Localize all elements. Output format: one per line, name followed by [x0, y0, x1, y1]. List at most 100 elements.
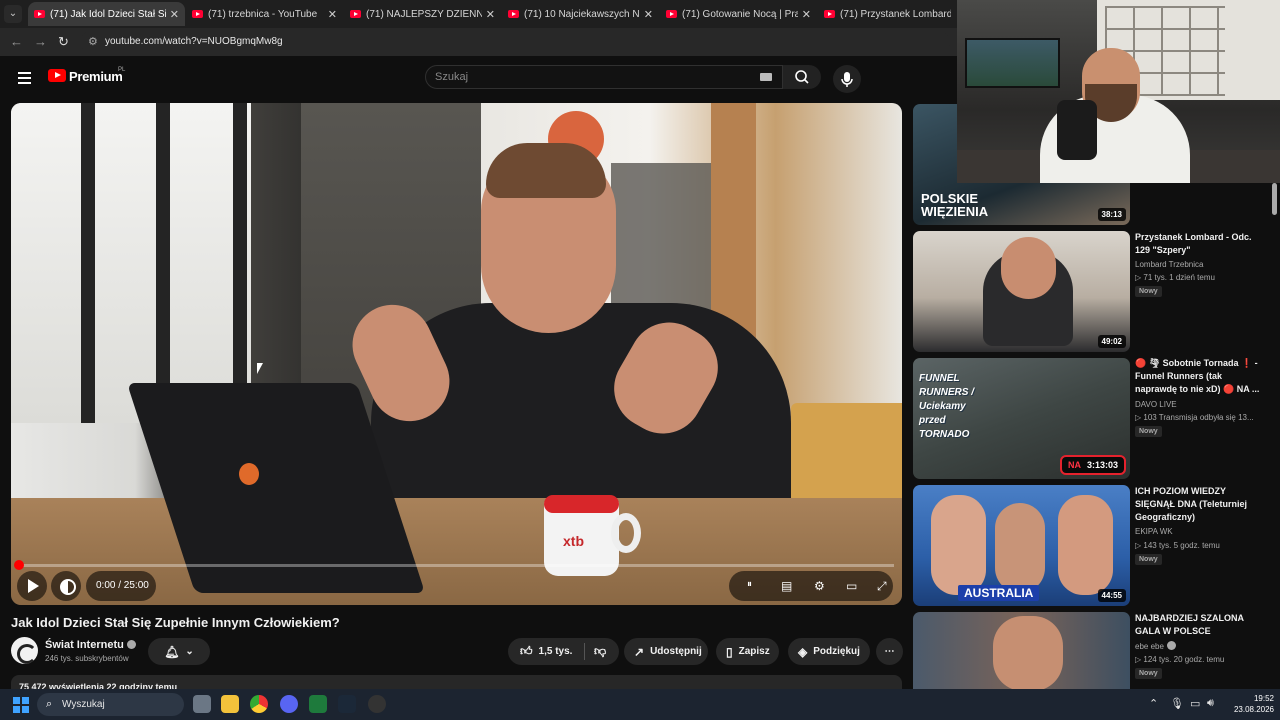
- brand-text[interactable]: Premium: [69, 69, 123, 84]
- close-tab-icon[interactable]: ✕: [802, 8, 811, 21]
- taskbar-clock[interactable]: 19:52 23.08.2026: [1230, 693, 1274, 715]
- recommended-channel[interactable]: Lombard Trzebnica: [1135, 260, 1203, 269]
- browser-tab[interactable]: (71) Gotowanie Nocą | Prawdziwe ✕: [660, 2, 817, 26]
- close-tab-icon[interactable]: ✕: [328, 8, 337, 21]
- address-bar[interactable]: ⚙ youtube.com/watch?v=NUOBgmqMw8g: [80, 31, 950, 53]
- mug-rim: [544, 495, 619, 513]
- theater-mode-icon[interactable]: ▭: [846, 579, 857, 593]
- channel-name[interactable]: Świat Internetu: [45, 639, 136, 651]
- network-icon[interactable]: ▭: [1190, 697, 1200, 710]
- autoplay-toggle-icon[interactable]: ⏸: [747, 579, 752, 590]
- recommended-thumbnail[interactable]: AUSTRALIA 44:55: [913, 485, 1130, 606]
- recommended-title[interactable]: Przystanek Lombard - Odc. 129 "Szpery": [1135, 231, 1265, 257]
- forward-icon[interactable]: →: [34, 34, 47, 49]
- recommended-channel[interactable]: DAVO LIVE: [1135, 400, 1177, 409]
- recommended-meta: ▷ 143 tys. 5 godz. temu: [1135, 541, 1220, 550]
- recommended-meta: ▷ 124 tys. 20 godz. temu: [1135, 655, 1225, 664]
- new-badge: Nowy: [1135, 426, 1162, 437]
- mug-logo-text: xtb: [563, 533, 584, 549]
- progress-scrubber[interactable]: [14, 560, 24, 570]
- thanks-button[interactable]: ◈ Podziękuj: [788, 638, 870, 665]
- chevron-up-icon[interactable]: ⌃: [1149, 697, 1158, 710]
- recommended-meta: ▷ 71 tys. 1 dzień temu: [1135, 273, 1215, 282]
- progress-bar[interactable]: [19, 564, 894, 567]
- browser-tab[interactable]: (71) Jak Idol Dzieci Stał Się Zupełnie ✕: [28, 2, 185, 26]
- browser-tab[interactable]: (71) NAJLEPSZY DZIENNIKARZ ✕: [344, 2, 501, 26]
- discord-icon[interactable]: [280, 695, 298, 713]
- search-button[interactable]: [783, 65, 821, 89]
- keyboard-icon[interactable]: [760, 73, 772, 81]
- tab-title: (71) trzebnica - YouTube: [208, 8, 318, 20]
- bookmark-icon: ▯: [726, 644, 733, 659]
- settings-icon[interactable]: ⚙: [814, 579, 825, 593]
- save-button[interactable]: ▯ Zapisz: [716, 638, 779, 665]
- youtube-favicon-icon: [508, 10, 519, 18]
- video-player[interactable]: xtb 0:00 / 25:00 ⏸ ▤ ⚙ ▭ ⤢: [11, 103, 902, 605]
- browser-tab[interactable]: (71) trzebnica - YouTube ✕: [186, 2, 343, 26]
- youtube-favicon-icon: [350, 10, 361, 18]
- recommended-thumbnail[interactable]: FUNNEL RUNNERS / Uciekamy przed TORNADO …: [913, 358, 1130, 479]
- recommended-title[interactable]: 🔴 🌪 Sobotnie Tornada ❗ - Funnel Runners …: [1135, 357, 1265, 396]
- recommended-channel[interactable]: ebe ebe: [1135, 641, 1176, 651]
- xbox-app-icon[interactable]: [309, 695, 327, 713]
- taskbar-search[interactable]: ⌕ Wyszukaj: [37, 693, 184, 716]
- browser-tab[interactable]: (71) 10 Najciekawszych Newsów ✕: [502, 2, 659, 26]
- subscriber-count: 246 tys. subskrybentów: [45, 654, 129, 663]
- back-icon[interactable]: ←: [10, 34, 23, 49]
- browser-tab[interactable]: (71) Przystanek Lombard - Odc: [818, 2, 957, 26]
- thumbs-down-icon[interactable]: 👎︎: [594, 644, 606, 659]
- subscription-bell-button[interactable]: 🔔︎ ⌄: [148, 638, 210, 665]
- youtube-favicon-icon: [34, 10, 45, 18]
- file-explorer-icon[interactable]: [221, 695, 239, 713]
- microphone-icon[interactable]: 🎙︎: [1170, 697, 1184, 710]
- search-icon: [795, 70, 809, 84]
- youtube-favicon-icon: [666, 10, 677, 18]
- verified-icon: [126, 640, 136, 649]
- recommended-thumbnail[interactable]: [913, 612, 1130, 689]
- like-count: 1,5 tys.: [538, 646, 573, 657]
- menu-icon[interactable]: [18, 72, 31, 84]
- tab-title: (71) Gotowanie Nocą | Prawdziwe: [682, 8, 798, 20]
- task-view-icon[interactable]: [193, 695, 211, 713]
- country-code: PL: [118, 67, 126, 73]
- speaker-icon[interactable]: 🔊︎: [1207, 697, 1214, 710]
- recommended-title[interactable]: NAJBARDZIEJ SZALONA GALA W POLSCE: [1135, 612, 1265, 638]
- tab-title: (71) Jak Idol Dzieci Stał Się Zupełnie: [50, 8, 166, 20]
- mouse-cursor-icon: [257, 363, 263, 374]
- recommended-title[interactable]: ICH POZIOM WIEDZY SIĘGNĄŁ DNA (Teleturni…: [1135, 485, 1265, 524]
- tab-search-button[interactable]: ⌄: [4, 5, 22, 23]
- sidebar-scrollbar[interactable]: [1272, 183, 1277, 215]
- thumbs-up-icon: 👍︎: [520, 644, 533, 658]
- voice-search-button[interactable]: [833, 65, 861, 93]
- close-tab-icon[interactable]: ✕: [170, 8, 179, 21]
- video-title: Jak Idol Dzieci Stał Się Zupełnie Innym …: [11, 615, 340, 630]
- url-text: youtube.com/watch?v=NUOBgmqMw8g: [105, 36, 283, 47]
- reload-icon[interactable]: ↻: [58, 34, 69, 50]
- recommended-channel[interactable]: EKIPA WK: [1135, 527, 1173, 536]
- player-right-controls: ⏸ ▤ ⚙ ▭ ⤢: [729, 571, 893, 601]
- fullscreen-icon[interactable]: ⤢: [877, 579, 887, 594]
- channel-name-text: Świat Internetu: [45, 639, 124, 651]
- like-button[interactable]: 👍︎ 1,5 tys. 👎︎: [508, 638, 619, 665]
- steam-icon[interactable]: [338, 695, 356, 713]
- thumbnail-text: FUNNEL RUNNERS / Uciekamy przed TORNADO: [919, 373, 975, 440]
- chrome-icon[interactable]: [250, 695, 268, 713]
- subtitles-icon[interactable]: ▤: [781, 579, 792, 593]
- close-tab-icon[interactable]: ✕: [486, 8, 495, 21]
- share-button[interactable]: ↗ Udostępnij: [624, 638, 708, 665]
- search-input[interactable]: Szukaj: [425, 65, 783, 89]
- obs-icon[interactable]: [368, 695, 386, 713]
- channel-avatar[interactable]: [11, 637, 38, 664]
- site-info-icon[interactable]: ⚙: [88, 35, 98, 48]
- windows-start-icon[interactable]: [13, 697, 29, 713]
- volume-button[interactable]: [51, 571, 81, 601]
- recommended-thumbnail[interactable]: 49:02: [913, 231, 1130, 352]
- play-button[interactable]: [17, 571, 47, 601]
- close-tab-icon[interactable]: ✕: [644, 8, 653, 21]
- video-duration: 44:55: [1097, 589, 1126, 602]
- more-actions-button[interactable]: ⋯: [876, 638, 903, 665]
- youtube-logo-icon[interactable]: [48, 69, 66, 82]
- youtube-favicon-icon: [192, 10, 203, 18]
- thumbnail-text: POLSKIE WIĘZIENIA: [921, 191, 989, 219]
- save-label: Zapisz: [738, 646, 770, 657]
